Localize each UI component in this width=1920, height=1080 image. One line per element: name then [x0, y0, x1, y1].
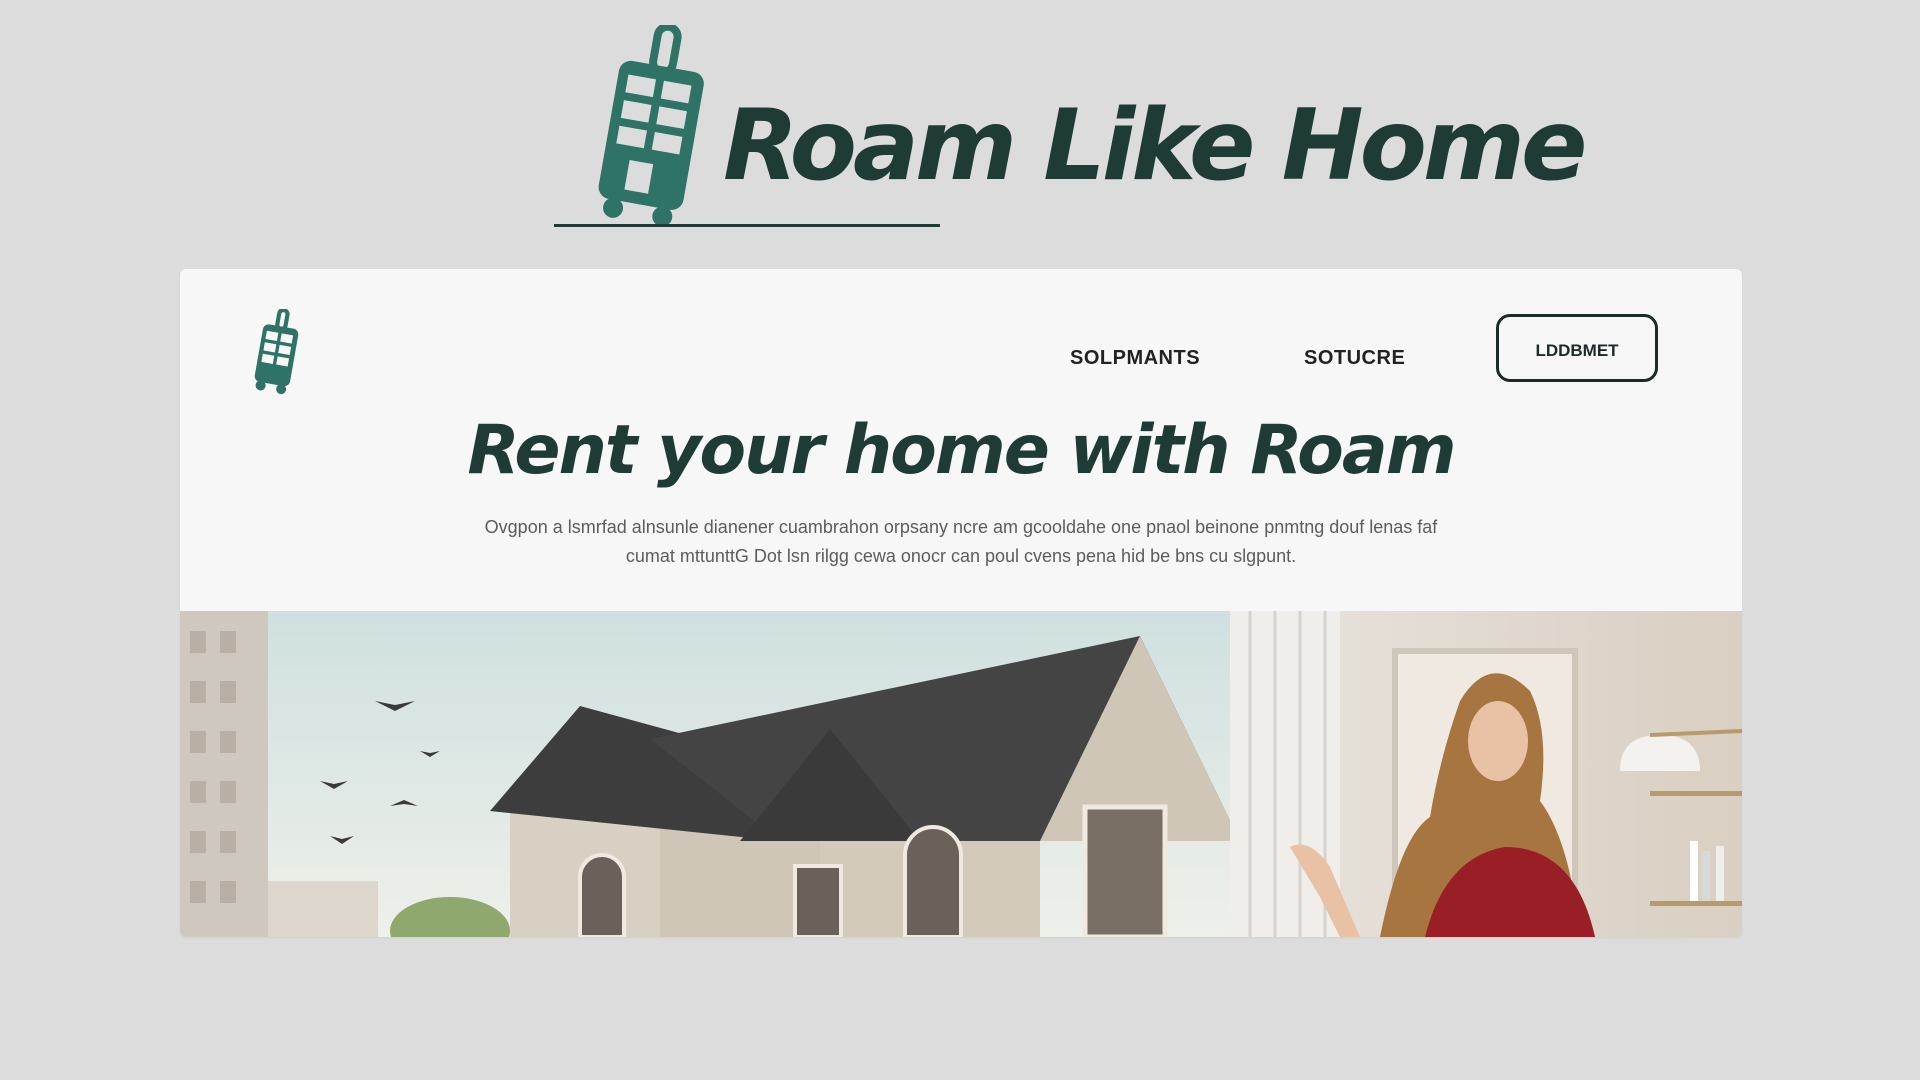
- hero-title: Rent your home with Roam: [467, 411, 1456, 490]
- nav-link-1[interactable]: SOLPMANTS: [1070, 347, 1200, 370]
- nav-cta-button[interactable]: LDDBMET: [1496, 314, 1658, 382]
- brand-underline: [554, 224, 940, 227]
- brand-title: Roam Like Home: [723, 89, 1588, 203]
- hero-image: [180, 611, 1742, 937]
- suitcase-icon[interactable]: [251, 309, 301, 395]
- brand-banner: Roam Like Home: [554, 25, 1588, 230]
- nav-link-2[interactable]: SOTUCRE: [1304, 347, 1405, 370]
- website-mockup: SOLPMANTS SOTUCRE LDDBMET Rent your home…: [180, 269, 1742, 937]
- hero-subtitle: Ovgpon a lsmrfad alnsunle dianener cuamb…: [484, 517, 1438, 566]
- suitcase-icon: [598, 25, 704, 227]
